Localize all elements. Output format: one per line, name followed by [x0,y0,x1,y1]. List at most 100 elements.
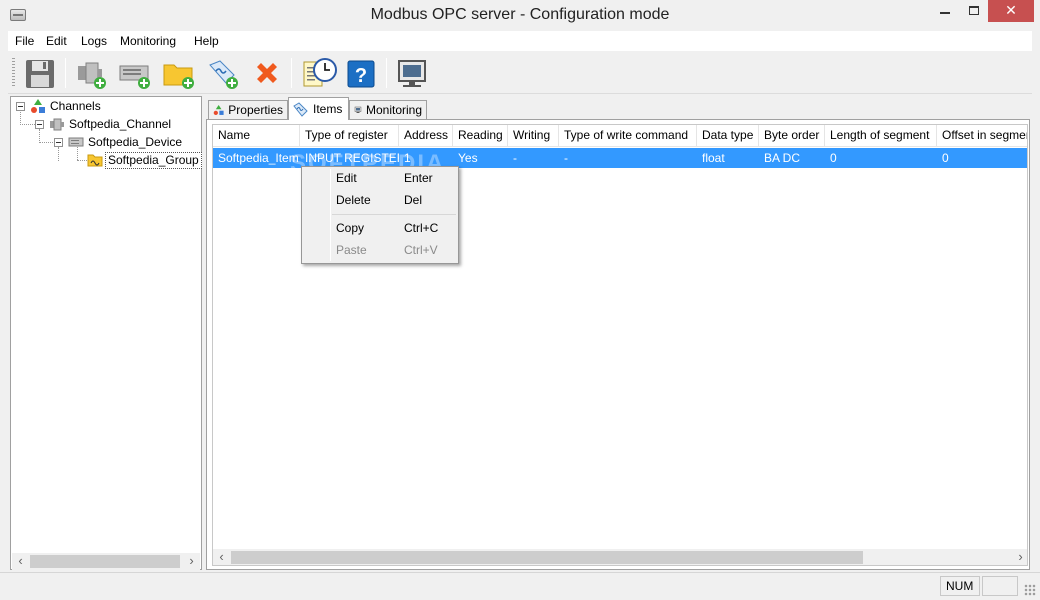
add-item-button[interactable] [206,57,240,91]
tree-node-group[interactable]: Softpedia_Group [87,151,202,169]
column-header-segment-offset[interactable]: Offset in segment [937,125,1027,147]
menu-file[interactable]: File [15,34,34,48]
close-icon: ✕ [1005,2,1017,18]
close-button[interactable]: ✕ [988,0,1034,22]
tree-node-channel[interactable]: Softpedia_Channel [49,116,173,132]
device-icon [68,137,84,147]
add-device-button[interactable] [118,57,152,91]
tree-horizontal-scrollbar[interactable]: ‹ › [12,553,200,570]
menu-help[interactable]: Help [194,34,219,48]
maximize-button[interactable] [960,0,988,22]
cell-write-command-type: - [564,151,568,165]
context-menu: Edit Enter Delete Del Copy Ctrl+C Paste … [301,166,459,264]
delete-icon [257,63,277,83]
status-num-indicator: NUM [940,576,980,596]
tree-node-label-selected: Softpedia_Group [105,151,202,169]
tree-collapse-toggle[interactable] [16,102,25,111]
scroll-right-arrow-icon[interactable]: › [183,553,200,570]
scroll-right-arrow-icon[interactable]: › [1012,549,1027,565]
properties-icon [213,105,224,115]
menu-item-shortcut: Ctrl+C [404,221,439,235]
tree-node-device[interactable]: Softpedia_Device [68,134,184,150]
tab-monitoring[interactable]: Monitoring [349,100,427,119]
menu-bar: File Edit Logs Monitoring Help [8,31,1032,51]
column-header-register-type[interactable]: Type of register [300,125,399,147]
minimize-icon [940,12,950,14]
cell-reading: Yes [458,151,478,165]
menu-item-label: Edit [336,171,357,185]
toolbar-grip[interactable] [12,58,15,88]
context-menu-copy[interactable]: Copy Ctrl+C [304,217,456,239]
save-icon [26,60,54,88]
tree-collapse-toggle[interactable] [54,138,63,147]
toolbar-separator [291,58,292,88]
tree-node-label: Softpedia_Channel [69,116,172,131]
svg-text:?: ? [355,65,367,87]
tree-node-label: Channels [50,98,101,113]
toolbar-separator [386,58,387,88]
tree-connector [58,147,59,161]
group-folder-icon [87,154,103,167]
cell-name: Softpedia_Item [218,151,299,165]
column-header-name[interactable]: Name [213,125,300,147]
monitoring-icon [354,106,362,113]
items-horizontal-scrollbar[interactable]: ‹ › [213,549,1027,565]
column-header-address[interactable]: Address [399,125,453,147]
tree-connector [77,160,87,161]
maximize-icon [969,6,979,15]
scroll-left-arrow-icon[interactable]: ‹ [213,549,230,565]
add-group-button[interactable] [162,57,196,91]
add-channel-button[interactable] [74,57,108,91]
monitor-button[interactable] [395,57,429,91]
context-menu-paste: Paste Ctrl+V [304,239,456,261]
save-button[interactable] [23,57,57,91]
menu-item-label: Delete [336,193,371,207]
table-row[interactable]: Softpedia_Item INPUT REGISTER 1 Yes - - … [213,148,1027,168]
context-menu-separator [332,214,456,215]
column-header-data-type[interactable]: Data type [697,125,759,147]
delete-button[interactable] [250,57,284,91]
column-header-segment-length[interactable]: Length of segment [825,125,937,147]
items-list-header: Name Type of register Address Reading Wr… [213,125,1027,147]
tree-node-channels[interactable]: Channels [30,98,103,114]
column-header-write-command-type[interactable]: Type of write command [559,125,697,147]
size-grip[interactable] [1024,584,1036,596]
tree-collapse-toggle[interactable] [35,120,44,129]
context-menu-edit[interactable]: Edit Enter [304,167,456,189]
tree-connector [39,129,40,143]
channels-icon [31,99,45,113]
column-header-byte-order[interactable]: Byte order [759,125,825,147]
menu-monitoring[interactable]: Monitoring [120,34,176,48]
scroll-thumb[interactable] [231,551,863,564]
menu-item-shortcut: Ctrl+V [404,243,438,257]
scroll-thumb[interactable] [30,555,180,568]
context-menu-delete[interactable]: Delete Del [304,189,456,211]
column-header-writing[interactable]: Writing [508,125,559,147]
clock-button[interactable] [306,57,340,91]
cell-register-type: INPUT REGISTER [305,151,399,165]
tab-items[interactable]: Items [288,97,349,120]
tree-node-label: Softpedia_Device [88,134,183,149]
menu-item-shortcut: Enter [404,171,433,185]
items-icon [293,102,308,117]
help-icon: ? [347,60,375,88]
cell-segment-length: 0 [830,151,837,165]
help-button[interactable]: ? [344,57,378,91]
menu-edit[interactable]: Edit [46,34,67,48]
window-title: Modbus OPC server - Configuration mode [370,6,670,23]
column-header-reading[interactable]: Reading [453,125,508,147]
tree-connector [20,110,21,125]
cell-segment-offset: 0 [942,151,949,165]
add-group-icon [163,64,194,89]
tree-connector [39,142,53,143]
tree-connector [20,124,35,125]
tab-properties[interactable]: Properties [208,100,288,119]
add-device-icon [119,65,150,89]
scroll-left-arrow-icon[interactable]: ‹ [12,553,29,570]
menu-logs[interactable]: Logs [81,34,107,48]
title-bar[interactable]: Modbus OPC server - Configuration mode ✕ [0,0,1040,31]
channel-tree[interactable]: Channels Softpedia_Channel Softpedia_Dev… [10,96,202,570]
minimize-button[interactable] [930,0,960,22]
cell-data-type: float [702,151,725,165]
toolbar-separator [65,58,66,88]
